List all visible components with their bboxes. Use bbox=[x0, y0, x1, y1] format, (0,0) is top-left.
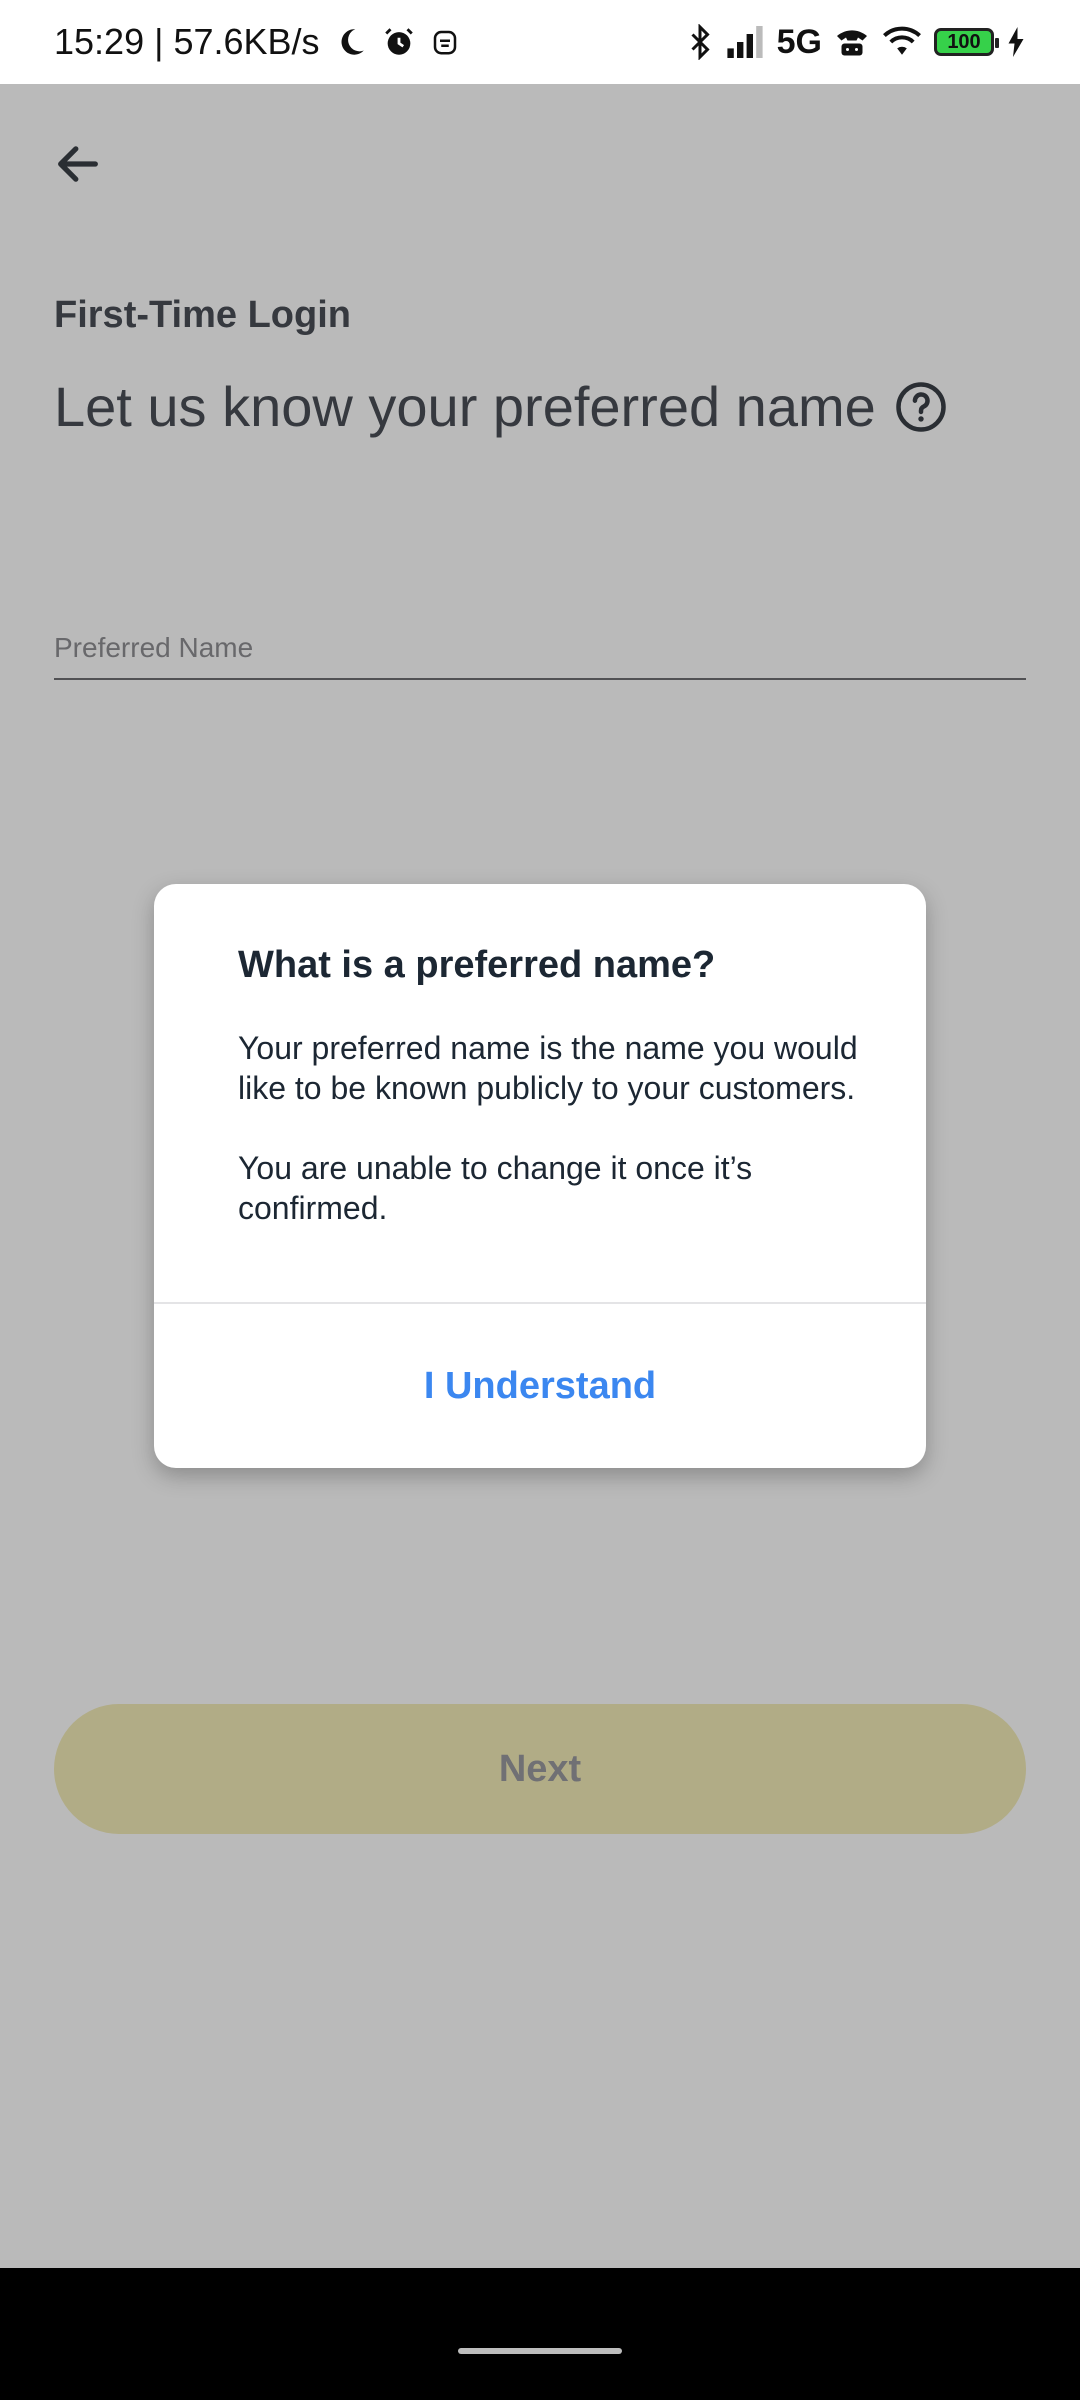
status-time: 15:29 | 57.6KB/s bbox=[54, 21, 320, 62]
home-indicator[interactable] bbox=[458, 2348, 622, 2354]
battery-icon: 100 bbox=[934, 28, 999, 56]
screen: 15:29 | 57.6KB/s 5G 100 First-Time Login… bbox=[0, 0, 1080, 2400]
battery-level: 100 bbox=[947, 30, 981, 53]
signal-icon bbox=[725, 26, 765, 58]
dialog-paragraph-1: Your preferred name is the name you woul… bbox=[238, 1030, 858, 1106]
navigation-bar bbox=[0, 2268, 1080, 2400]
network-type: 5G bbox=[776, 22, 822, 61]
charging-icon bbox=[1006, 27, 1026, 57]
status-right: 5G 100 bbox=[687, 23, 1026, 62]
alarm-icon bbox=[382, 25, 416, 59]
hd-call-icon bbox=[834, 26, 870, 58]
status-bar: 15:29 | 57.6KB/s 5G 100 bbox=[0, 0, 1080, 84]
dialog-paragraph-2: You are unable to change it once it’s co… bbox=[238, 1150, 753, 1226]
preferred-name-dialog: What is a preferred name? Your preferred… bbox=[154, 884, 926, 1468]
bluetooth-icon bbox=[687, 24, 713, 60]
i-understand-button[interactable]: I Understand bbox=[154, 1304, 926, 1468]
wifi-icon bbox=[882, 26, 922, 58]
dialog-title: What is a preferred name? bbox=[238, 944, 716, 986]
status-left: 15:29 | 57.6KB/s bbox=[54, 21, 460, 63]
moon-icon bbox=[334, 25, 368, 59]
notification-icon bbox=[430, 25, 460, 59]
dialog-body: Your preferred name is the name you woul… bbox=[238, 1028, 858, 1228]
